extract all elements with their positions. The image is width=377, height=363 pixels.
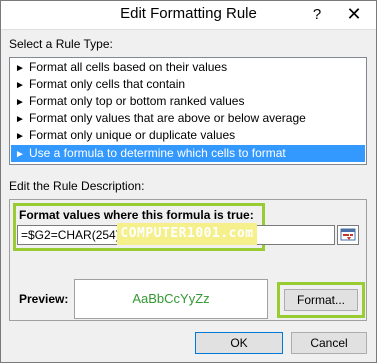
rule-type-item[interactable]: ► Format only unique or duplicate values xyxy=(11,127,365,144)
edit-formatting-rule-dialog: Edit Formatting Rule ? ✕ Select a Rule T… xyxy=(0,0,377,363)
arrow-right-icon: ► xyxy=(15,97,25,108)
preview-sample: AaBbCcYyZz xyxy=(74,279,268,319)
formula-label: Format values where this formula is true… xyxy=(19,208,254,222)
title-bar: Edit Formatting Rule ? ✕ xyxy=(1,1,376,30)
collapse-dialog-icon[interactable] xyxy=(337,225,359,245)
watermark: COMPUTER1001.com xyxy=(117,223,257,245)
arrow-right-icon: ► xyxy=(15,131,25,142)
rule-type-item[interactable]: ► Format only top or bottom ranked values xyxy=(11,93,365,110)
rule-type-list[interactable]: ► Format all cells based on their values … xyxy=(9,57,367,165)
ok-button[interactable]: OK xyxy=(195,332,283,354)
preview-label: Preview: xyxy=(19,292,69,306)
rule-type-item[interactable]: ► Format only cells that contain xyxy=(11,76,365,93)
rule-type-label: Select a Rule Type: xyxy=(9,37,113,51)
arrow-right-icon: ► xyxy=(15,149,25,160)
close-icon[interactable]: ✕ xyxy=(332,1,376,29)
format-button[interactable]: Format... xyxy=(284,289,358,311)
help-icon[interactable]: ? xyxy=(306,1,328,29)
arrow-right-icon: ► xyxy=(15,63,25,74)
rule-type-item[interactable]: ► Format all cells based on their values xyxy=(11,59,365,76)
cancel-button[interactable]: Cancel xyxy=(291,332,367,354)
rule-type-item-selected[interactable]: ► Use a formula to determine which cells … xyxy=(11,145,365,162)
rule-type-item[interactable]: ► Format only values that are above or be… xyxy=(11,110,365,127)
arrow-right-icon: ► xyxy=(15,114,25,125)
arrow-right-icon: ► xyxy=(15,80,25,91)
rule-description-label: Edit the Rule Description: xyxy=(9,179,145,193)
